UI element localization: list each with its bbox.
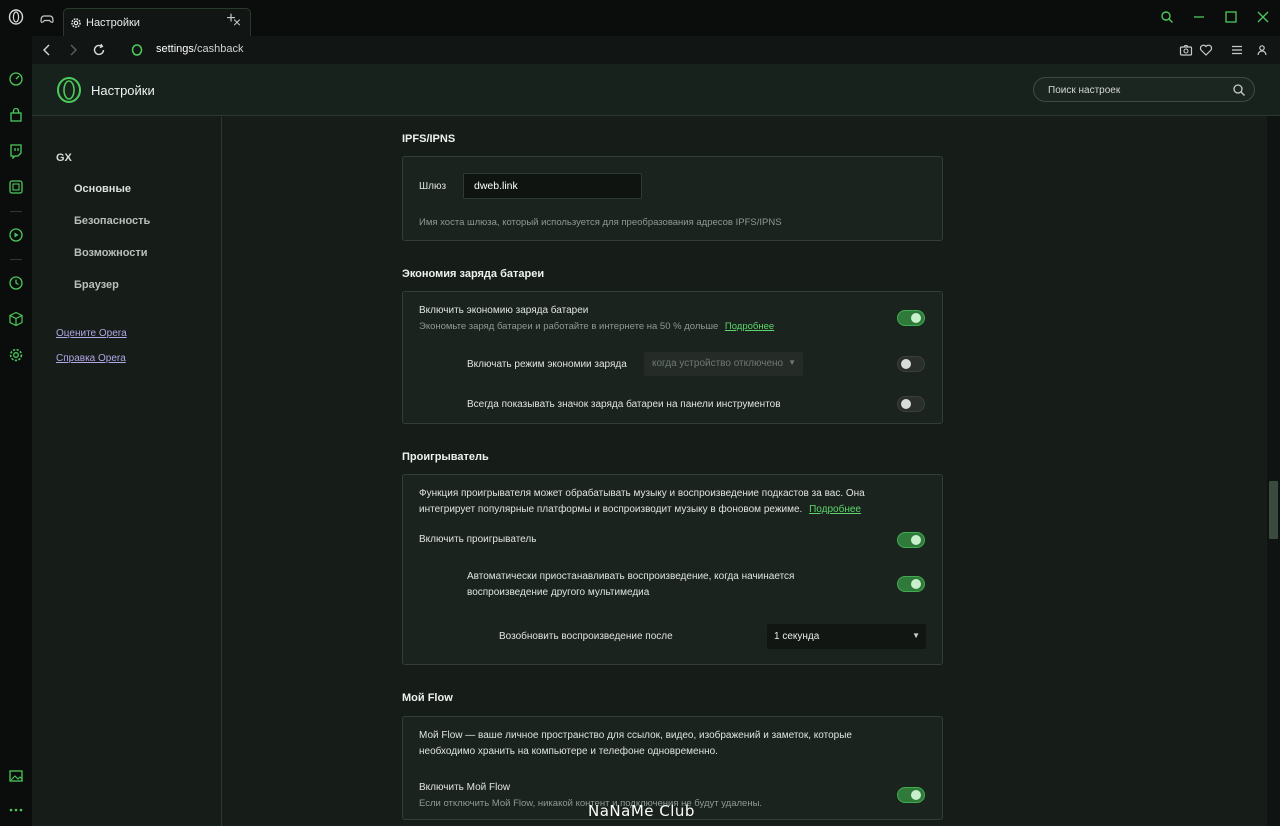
extensions-cube-icon[interactable] <box>7 310 25 328</box>
settings-page: Настройки GX Основные Безопасность Возмо… <box>32 64 1280 826</box>
player-desc-text: интегрирует популярные платформы и воспр… <box>419 504 803 515</box>
chevron-down-icon: ▼ <box>788 358 796 367</box>
nav-item-browser[interactable]: Браузер <box>74 279 119 291</box>
url-field[interactable]: settings/cashback <box>156 43 243 55</box>
more-dots-icon[interactable] <box>7 800 25 818</box>
flow-enable-toggle[interactable] <box>897 787 925 803</box>
player-enable-label: Включить проигрыватель <box>419 534 537 545</box>
url-host: settings <box>156 43 194 55</box>
player-desc-line1: Функция проигрывателя может обрабатывать… <box>419 488 865 499</box>
gateway-label: Шлюз <box>419 181 447 192</box>
game-panel-icon[interactable] <box>7 178 25 196</box>
forward-button[interactable] <box>65 42 81 58</box>
player-more-link[interactable]: Подробнее <box>809 504 861 515</box>
section-title-flow: Мой Flow <box>402 692 453 704</box>
bookmark-heart-icon[interactable] <box>1198 42 1214 58</box>
settings-header: Настройки <box>32 64 1280 116</box>
history-clock-icon[interactable] <box>7 274 25 292</box>
sidebar-divider <box>10 211 22 212</box>
reload-button[interactable] <box>91 42 107 58</box>
gallery-image-icon[interactable] <box>7 767 25 785</box>
section-title-ipfs: IPFS/IPNS <box>402 133 456 145</box>
settings-search[interactable] <box>1033 77 1255 102</box>
battery-mode-select[interactable]: когда устройство отключено ▼ <box>644 352 803 376</box>
battery-mode-toggle[interactable] <box>897 356 925 372</box>
battery-enable-label: Включить экономию заряда батареи <box>419 305 589 316</box>
section-title-player: Проигрыватель <box>402 451 489 463</box>
battery-hint-text: Экономьте заряд батареи и работайте в ин… <box>419 321 719 332</box>
chevron-down-icon: ▼ <box>912 631 920 640</box>
rate-opera-link[interactable]: Оцените Opera <box>56 328 127 339</box>
nav-item-basic[interactable]: Основные <box>74 183 131 195</box>
account-user-icon[interactable] <box>1254 42 1270 58</box>
tab-bar: Настройки × + <box>32 0 1280 36</box>
scrollbar-thumb[interactable] <box>1269 481 1278 539</box>
settings-gear-icon[interactable] <box>7 346 25 364</box>
flow-enable-label: Включить Мой Flow <box>419 782 511 793</box>
search-input[interactable] <box>1048 82 1228 98</box>
player-card: Функция проигрывателя может обрабатывать… <box>402 474 943 665</box>
flow-desc-line1: Мой Flow — ваше личное пространство для … <box>419 730 852 741</box>
gx-control-icon[interactable] <box>38 10 56 28</box>
opera-badge-icon <box>129 42 145 58</box>
browser-sidebar <box>0 0 32 826</box>
battery-mode-value: когда устройство отключено <box>652 358 784 369</box>
opera-menu-icon[interactable] <box>7 8 25 26</box>
battery-enable-toggle[interactable] <box>897 310 925 326</box>
resume-value: 1 секунда <box>774 631 820 642</box>
speedometer-icon[interactable] <box>7 70 25 88</box>
search-icon <box>1233 84 1245 96</box>
maximize-button[interactable] <box>1224 10 1238 24</box>
resume-select[interactable]: 1 секунда ▼ <box>767 624 926 649</box>
battery-mode-label: Включать режим экономии заряда <box>467 359 627 370</box>
browser-window: Настройки × + settings/cashback Настройк… <box>0 0 1280 826</box>
back-button[interactable] <box>39 42 55 58</box>
battery-card: Включить экономию заряда батареи Экономь… <box>402 291 943 424</box>
opera-help-link[interactable]: Справка Opera <box>56 353 126 364</box>
snapshot-camera-icon[interactable] <box>1178 42 1194 58</box>
gateway-input[interactable]: dweb.link <box>463 173 642 199</box>
nav-group-gx[interactable]: GX <box>56 152 72 164</box>
autopause-line1: Автоматически приостанавливать воспроизв… <box>467 571 795 582</box>
easy-setup-icon[interactable] <box>1229 42 1245 58</box>
search-tabs-icon[interactable] <box>1160 10 1174 24</box>
nav-item-features[interactable]: Возможности <box>74 247 148 259</box>
page-scrollbar[interactable] <box>1267 116 1280 826</box>
gear-icon <box>71 17 81 28</box>
flow-desc-line2: необходимо хранить на компьютере и телеф… <box>419 746 718 757</box>
player-enable-toggle[interactable] <box>897 532 925 548</box>
twitch-icon[interactable] <box>7 142 25 160</box>
autopause-line2: воспроизведение другого мультимедиа <box>467 587 650 598</box>
resume-label: Возобновить воспроизведение после <box>499 631 673 642</box>
close-window-button[interactable] <box>1256 10 1270 24</box>
tab-title: Настройки <box>86 16 140 29</box>
minimize-button[interactable] <box>1192 10 1206 24</box>
battery-icon-label: Всегда показывать значок заряда батареи … <box>467 399 781 410</box>
settings-content: IPFS/IPNS Шлюз dweb.link Имя хоста шлюза… <box>223 117 1263 826</box>
shopping-bag-icon[interactable] <box>7 106 25 124</box>
page-title: Настройки <box>91 83 155 98</box>
battery-icon-toggle[interactable] <box>897 396 925 412</box>
player-desc-line2: интегрирует популярные платформы и воспр… <box>419 504 861 515</box>
nav-item-security[interactable]: Безопасность <box>74 215 150 227</box>
section-title-battery: Экономия заряда батареи <box>402 268 545 280</box>
sidebar-divider <box>10 259 22 260</box>
settings-nav: GX Основные Безопасность Возможности Бра… <box>32 117 222 826</box>
autopause-toggle[interactable] <box>897 576 925 592</box>
ipfs-card: Шлюз dweb.link Имя хоста шлюза, который … <box>402 156 943 241</box>
battery-enable-hint: Экономьте заряд батареи и работайте в ин… <box>419 321 774 332</box>
address-bar: settings/cashback <box>32 36 1280 64</box>
new-tab-button[interactable]: + <box>224 11 238 27</box>
opera-gx-logo-icon <box>57 77 81 103</box>
url-path: /cashback <box>193 43 244 55</box>
tab-settings[interactable]: Настройки × <box>63 8 251 36</box>
player-icon[interactable] <box>7 226 25 244</box>
watermark-text: NaNaMe Club <box>588 802 695 820</box>
gateway-hint: Имя хоста шлюза, который используется дл… <box>419 217 782 228</box>
battery-more-link[interactable]: Подробнее <box>725 321 774 332</box>
